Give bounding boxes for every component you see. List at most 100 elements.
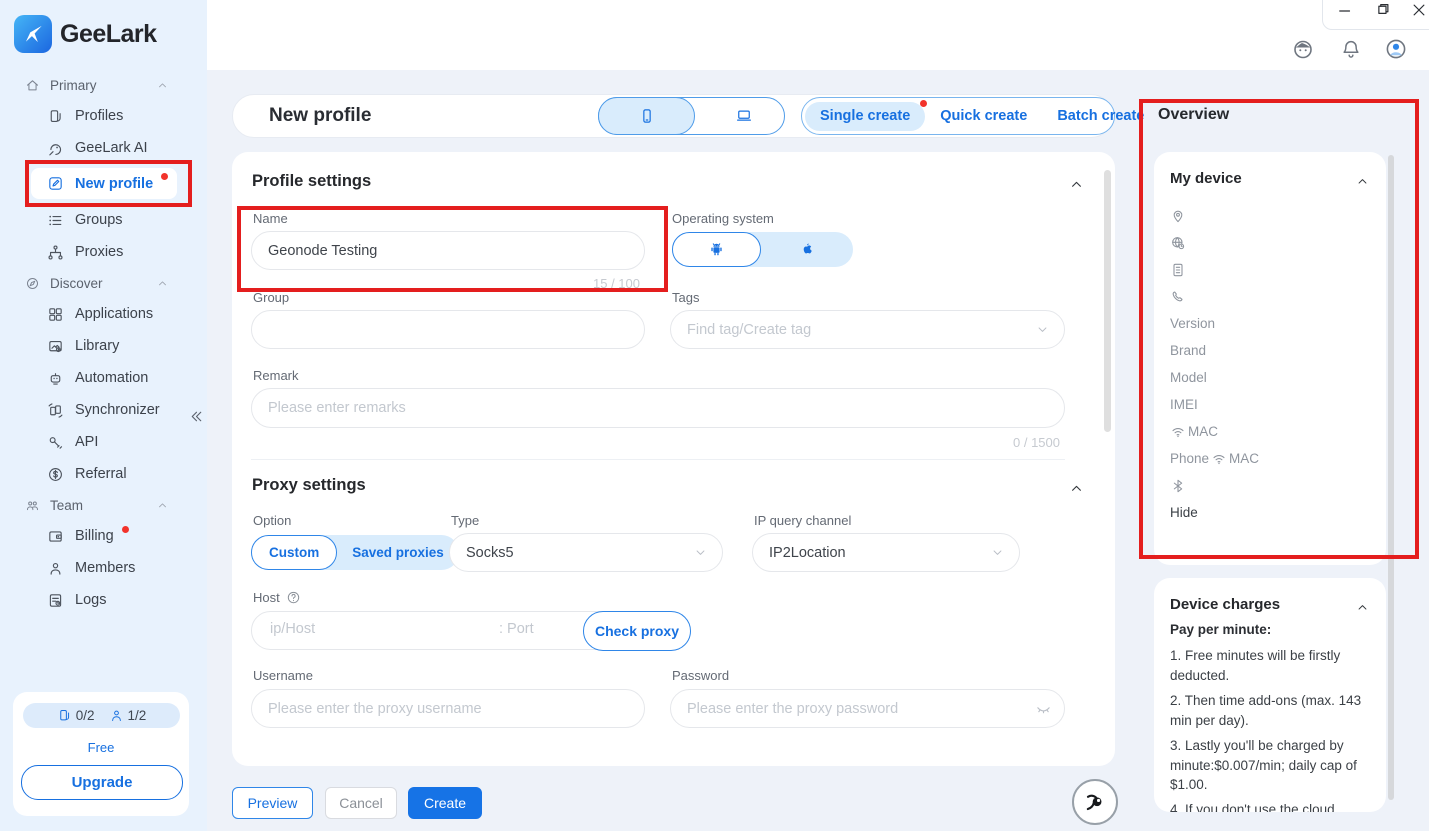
username-input[interactable] — [251, 689, 645, 728]
profile-form-card: Profile settings Name 15 / 100 Operating… — [232, 152, 1115, 766]
device-location-row — [1170, 202, 1370, 229]
chevron-down-icon — [693, 545, 708, 560]
os-ios-segment[interactable] — [761, 240, 853, 259]
tab-single-create[interactable]: Single create — [805, 102, 925, 131]
overview-scrollbar[interactable] — [1388, 155, 1394, 800]
profiles-icon — [47, 108, 64, 125]
os-label: Operating system — [672, 211, 774, 226]
overview-heading: Overview — [1158, 106, 1229, 124]
port-input[interactable] — [497, 620, 586, 638]
phone-count-icon — [57, 708, 72, 723]
device-phone-mac-row: Phone MAC — [1170, 445, 1370, 472]
pay-per-minute-label: Pay per minute: — [1170, 622, 1271, 637]
page-header: New profile Single create Quick create B… — [232, 94, 1113, 138]
option-saved-segment[interactable]: Saved proxies — [337, 545, 459, 560]
sidebar-item-geelark-ai[interactable]: GeeLark AI — [0, 132, 207, 164]
help-icon[interactable] — [286, 590, 301, 605]
sidebar: GeeLark Primary Profiles GeeLark AI New … — [0, 0, 207, 831]
chevron-up-icon[interactable] — [1355, 174, 1370, 189]
profile-settings-heading: Profile settings — [252, 172, 371, 191]
tab-batch-create[interactable]: Batch create — [1042, 108, 1159, 124]
cancel-button[interactable]: Cancel — [325, 787, 397, 819]
eye-off-icon[interactable] — [1035, 700, 1052, 717]
nav-section-discover[interactable]: Discover — [0, 268, 207, 298]
sidebar-item-proxies[interactable]: Proxies — [0, 236, 207, 268]
type-label: Type — [451, 513, 479, 528]
sidebar-item-api[interactable]: API — [0, 426, 207, 458]
username-label: Username — [253, 668, 313, 683]
sidebar-item-synchronizer[interactable]: Synchronizer — [0, 394, 207, 426]
sidebar-item-new-profile[interactable]: New profile — [31, 168, 177, 199]
groups-icon — [47, 212, 64, 229]
notification-dot — [161, 173, 168, 180]
chevron-up-icon — [156, 277, 169, 290]
host-input[interactable] — [268, 620, 482, 638]
sidebar-item-billing[interactable]: Billing — [0, 520, 207, 552]
name-input[interactable] — [251, 231, 645, 270]
sidebar-item-members[interactable]: Members — [0, 552, 207, 584]
proxy-type-select[interactable]: Socks5 — [449, 533, 723, 572]
chevron-down-icon — [1035, 322, 1050, 337]
location-icon — [1170, 208, 1186, 224]
ai-assistant-button[interactable] — [1072, 779, 1118, 825]
sidebar-item-logs[interactable]: Logs — [0, 584, 207, 616]
chevron-up-icon — [156, 79, 169, 92]
ip-query-select[interactable]: IP2Location — [752, 533, 1020, 572]
form-scrollbar[interactable] — [1104, 170, 1111, 432]
device-imei-row: IMEI — [1170, 391, 1370, 418]
bluetooth-icon — [1170, 478, 1186, 494]
brand-logo: GeeLark — [14, 15, 157, 53]
mobile-icon — [638, 107, 656, 125]
sidebar-item-profiles[interactable]: Profiles — [0, 100, 207, 132]
create-button[interactable]: Create — [408, 787, 482, 819]
password-input[interactable] — [670, 689, 1065, 728]
sidebar-item-applications[interactable]: Applications — [0, 298, 207, 330]
close-icon[interactable] — [1410, 1, 1428, 19]
device-type-mobile[interactable] — [598, 97, 695, 135]
sidebar-collapse-icon[interactable] — [188, 408, 205, 425]
create-mode-tabs: Single create Quick create Batch create — [801, 97, 1115, 135]
group-input[interactable] — [251, 310, 645, 349]
nav-section-team[interactable]: Team — [0, 490, 207, 520]
charges-line-2: 2. Then time add-ons (max. 143 min per d… — [1170, 691, 1372, 730]
device-sim-row — [1170, 256, 1370, 283]
upgrade-button[interactable]: Upgrade — [21, 765, 183, 800]
name-counter: 15 / 100 — [552, 276, 640, 291]
preview-button[interactable]: Preview — [232, 787, 313, 819]
chevron-up-icon[interactable] — [1068, 176, 1085, 193]
option-label: Option — [253, 513, 291, 528]
home-icon — [25, 78, 40, 93]
sidebar-item-automation[interactable]: Automation — [0, 362, 207, 394]
support-icon[interactable] — [1291, 37, 1315, 61]
device-charges-card: Device charges Pay per minute: 1. Free m… — [1154, 578, 1386, 812]
sidebar-item-groups[interactable]: Groups — [0, 204, 207, 236]
avatar[interactable] — [1384, 37, 1408, 61]
tags-select[interactable]: Find tag/Create tag — [670, 310, 1065, 349]
option-custom-segment[interactable]: Custom — [251, 535, 337, 570]
sidebar-item-referral[interactable]: Referral — [0, 458, 207, 490]
remark-input[interactable] — [251, 388, 1065, 428]
os-android-segment[interactable] — [672, 232, 761, 267]
minimize-icon[interactable] — [1336, 2, 1354, 20]
device-charges-heading: Device charges — [1170, 596, 1280, 613]
laptop-icon[interactable] — [735, 107, 753, 125]
name-label: Name — [253, 211, 288, 226]
charges-line-4: 4. If you don't use the cloud — [1170, 800, 1372, 812]
device-model-row: Model — [1170, 364, 1370, 391]
check-proxy-button[interactable]: Check proxy — [583, 611, 691, 651]
usage-pill: 0/2 1/2 — [23, 703, 180, 728]
chevron-down-icon — [990, 545, 1005, 560]
password-label: Password — [672, 668, 729, 683]
device-type-toggle[interactable] — [598, 97, 785, 135]
tags-label: Tags — [672, 290, 699, 305]
chevron-up-icon[interactable] — [1355, 600, 1370, 615]
chevron-up-icon[interactable] — [1068, 480, 1085, 497]
maximize-icon[interactable] — [1374, 1, 1392, 19]
bell-icon[interactable] — [1340, 38, 1362, 60]
nav-section-primary[interactable]: Primary — [0, 70, 207, 100]
tab-quick-create[interactable]: Quick create — [925, 108, 1042, 124]
charges-line-3: 3. Lastly you'll be charged by minute:$0… — [1170, 736, 1372, 795]
sidebar-item-library[interactable]: Library — [0, 330, 207, 362]
billing-icon — [47, 528, 64, 545]
device-hide-row[interactable]: Hide — [1170, 499, 1370, 526]
